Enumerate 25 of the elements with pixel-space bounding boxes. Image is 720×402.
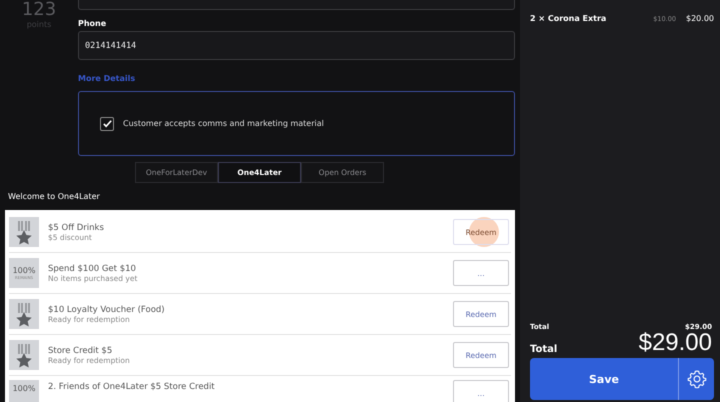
total-value: $29.00 (638, 331, 712, 355)
total-label: Total (530, 344, 558, 355)
field-label: Phone (78, 19, 108, 28)
settings-icon (686, 369, 706, 389)
medal-icon (9, 217, 39, 247)
checkbox[interactable] (100, 116, 114, 130)
item-amount: $20.00 (686, 14, 714, 23)
medal-icon (9, 340, 39, 370)
reward-title: $10 Loyalty Voucher (Food) (48, 304, 166, 314)
progress-percent: 100% (12, 266, 36, 275)
welcome-heading: Welcome to One4Later (8, 192, 101, 203)
phone-field[interactable]: 0214141414 (78, 31, 515, 60)
item-name: 2 × Corona Extra (530, 14, 608, 23)
medal-icon (9, 299, 39, 329)
more-details-link[interactable]: More Details (78, 74, 136, 83)
reward-title: Store Credit $5 (48, 346, 114, 356)
save-button[interactable]: Save (530, 358, 678, 400)
progress-percent: 100% (12, 384, 36, 393)
settings-button[interactable] (678, 358, 714, 400)
reward-title: $5 Off Drinks (48, 222, 105, 232)
reward-title: 2. Friends of One4Later $5 Store Credit (48, 382, 216, 392)
checkbox-label: Customer accepts comms and marketing material (123, 119, 324, 128)
reward-title: Spend $100 Get $10 (48, 264, 137, 274)
points-value: 123 (22, 0, 56, 20)
input-field[interactable] (78, 0, 515, 10)
